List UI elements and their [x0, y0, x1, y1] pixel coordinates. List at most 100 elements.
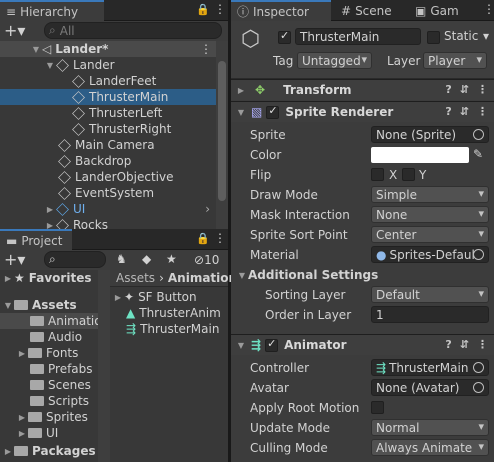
controller-object-field[interactable]: ⇶ ThrusterMain: [371, 359, 489, 376]
expand-arrow-icon[interactable]: ▼: [44, 61, 56, 70]
tab-inspector[interactable]: ⓘ Inspector: [231, 0, 331, 21]
component-menu-icon[interactable]: ⋮: [477, 105, 488, 118]
component-menu-icon[interactable]: ⋮: [477, 338, 488, 351]
tab-project[interactable]: ▬ Project: [0, 229, 72, 250]
tree-assets[interactable]: ▼ Assets: [0, 297, 98, 313]
lock-icon[interactable]: 🔒: [196, 3, 210, 16]
filter-label-icon[interactable]: ◆: [142, 252, 151, 266]
filter-type-icon[interactable]: ♞: [116, 252, 127, 266]
flip-x-checkbox[interactable]: [371, 168, 384, 181]
tag-dropdown[interactable]: Untagged: [297, 52, 372, 69]
help-icon[interactable]: ?: [445, 83, 451, 96]
collapsed-arrow-icon[interactable]: ▶: [112, 293, 124, 302]
tree-favorites[interactable]: ▶ ★ Favorites: [0, 270, 98, 286]
sprite-object-field[interactable]: None (Sprite): [371, 126, 489, 143]
tab-scene[interactable]: # Scene: [335, 0, 405, 21]
object-picker-icon[interactable]: [473, 129, 484, 140]
expand-arrow-icon[interactable]: ▼: [30, 45, 42, 54]
project-divider[interactable]: [98, 270, 110, 462]
preset-icon[interactable]: ⇵: [460, 338, 469, 351]
component-menu-icon[interactable]: ⋮: [477, 83, 488, 96]
object-picker-icon[interactable]: [473, 249, 484, 260]
tree-item-landerobjective[interactable]: LanderObjective: [0, 169, 216, 185]
more-menu-icon[interactable]: ⋮: [483, 2, 494, 16]
sprite-renderer-header[interactable]: ▼ ▧ Sprite Renderer ?⇵⋮: [231, 101, 494, 122]
tree-folder-scripts[interactable]: Scripts: [0, 393, 98, 409]
mask-interaction-dropdown[interactable]: None: [371, 206, 489, 223]
sprite-renderer-enabled-checkbox[interactable]: [266, 104, 280, 119]
search-input[interactable]: ⌕ All: [44, 22, 222, 39]
tree-item-ui[interactable]: ▶ UI ›: [0, 201, 216, 217]
object-picker-icon[interactable]: [473, 382, 484, 393]
tree-folder-ui[interactable]: ▶ UI: [0, 425, 98, 441]
tree-folder-audio[interactable]: Audio: [0, 329, 98, 345]
tree-folder-sprites[interactable]: ▶ Sprites: [0, 409, 98, 425]
file-thrustermain[interactable]: ⇶ ThrusterMain: [110, 321, 228, 337]
sprite-sort-point-dropdown[interactable]: Center: [371, 226, 489, 243]
tree-item-thrusterright[interactable]: ThrusterRight: [0, 121, 216, 137]
gameobject-cube-icon[interactable]: ⬡: [241, 27, 260, 52]
sorting-layer-dropdown[interactable]: Default: [371, 286, 489, 303]
hierarchy-scrollbar[interactable]: [216, 41, 228, 229]
more-menu-icon[interactable]: ⋮: [214, 2, 226, 16]
static-checkbox[interactable]: [427, 31, 440, 44]
flip-y-checkbox[interactable]: [402, 168, 415, 181]
expand-arrow-icon[interactable]: ▼: [235, 341, 247, 350]
child-arrow-icon[interactable]: ›: [205, 202, 210, 216]
hidden-packages-icon[interactable]: ⊘10: [194, 253, 219, 267]
scene-menu-icon[interactable]: ⋮: [200, 42, 212, 56]
preset-icon[interactable]: ⇵: [460, 105, 469, 118]
expand-arrow-icon[interactable]: ▼: [235, 108, 247, 117]
tree-folder-prefabs[interactable]: Prefabs: [0, 361, 98, 377]
culling-mode-dropdown[interactable]: Always Animate: [371, 439, 489, 456]
animator-enabled-checkbox[interactable]: [265, 337, 279, 352]
scrollbar-thumb[interactable]: [218, 61, 226, 201]
collapsed-arrow-icon[interactable]: ▶: [16, 413, 28, 422]
tree-item-landerfeet[interactable]: LanderFeet: [0, 73, 216, 89]
tree-packages[interactable]: ▶ Packages: [0, 443, 98, 459]
static-dropdown-icon[interactable]: ▾: [483, 29, 489, 43]
help-icon[interactable]: ?: [445, 105, 451, 118]
help-icon[interactable]: ?: [445, 338, 451, 351]
tree-item-eventsystem[interactable]: EventSystem: [0, 185, 216, 201]
active-checkbox[interactable]: [278, 29, 291, 44]
collapsed-arrow-icon[interactable]: ▶: [2, 447, 14, 456]
tree-item-thrustermain[interactable]: ThrusterMain: [0, 89, 216, 105]
additional-settings-foldout[interactable]: ▼ Additional Settings: [236, 266, 378, 284]
expand-arrow-icon[interactable]: ▼: [236, 271, 248, 280]
project-search-input[interactable]: ⌕: [44, 251, 106, 268]
transform-header[interactable]: ▶ ✥ Transform ? ⇵ ⋮: [231, 79, 494, 100]
avatar-object-field[interactable]: None (Avatar): [371, 379, 489, 396]
lock-icon[interactable]: 🔒: [196, 232, 210, 245]
collapsed-arrow-icon[interactable]: ▶: [16, 429, 28, 438]
object-name-input[interactable]: ThrusterMain: [295, 28, 421, 45]
layer-dropdown[interactable]: Player: [423, 52, 487, 69]
color-swatch[interactable]: [371, 147, 469, 163]
tree-item-thrusterleft[interactable]: ThrusterLeft: [0, 105, 216, 121]
file-thrusteranim[interactable]: ▲ ThrusterAnim: [110, 305, 228, 321]
preset-icon[interactable]: ⇵: [460, 83, 469, 96]
eyedropper-icon[interactable]: ✎: [473, 147, 483, 161]
object-picker-icon[interactable]: [473, 362, 484, 373]
expand-arrow-icon[interactable]: ▼: [2, 301, 14, 310]
tree-folder-animation[interactable]: Animatio: [0, 313, 102, 329]
tree-item-main-camera[interactable]: Main Camera: [0, 137, 216, 153]
favorite-star-icon[interactable]: ★: [166, 252, 177, 266]
breadcrumb-animation[interactable]: Animation: [168, 271, 237, 285]
collapsed-arrow-icon[interactable]: ▶: [235, 86, 247, 95]
order-in-layer-input[interactable]: 1: [371, 306, 489, 323]
collapsed-arrow-icon[interactable]: ▶: [44, 205, 56, 214]
animator-header[interactable]: ▼ ⇶ Animator ?⇵⋮: [231, 334, 494, 355]
tree-item-lander[interactable]: ▼ Lander: [0, 57, 216, 73]
add-icon[interactable]: +▾: [4, 250, 25, 269]
update-mode-dropdown[interactable]: Normal: [371, 419, 489, 436]
breadcrumb-assets[interactable]: Assets: [116, 271, 155, 285]
draw-mode-dropdown[interactable]: Simple: [371, 186, 489, 203]
file-sf-button[interactable]: ▶ ✦ SF Button: [110, 289, 228, 305]
tree-item-backdrop[interactable]: Backdrop: [0, 153, 216, 169]
collapsed-arrow-icon[interactable]: ▶: [16, 349, 28, 358]
tab-game[interactable]: ▣ Gam: [409, 0, 481, 21]
apply-root-motion-checkbox[interactable]: [371, 401, 384, 414]
material-object-field[interactable]: ● Sprites-Defaul: [371, 246, 489, 263]
scene-row[interactable]: ▼ ◁ Lander* ⋮: [0, 41, 216, 57]
